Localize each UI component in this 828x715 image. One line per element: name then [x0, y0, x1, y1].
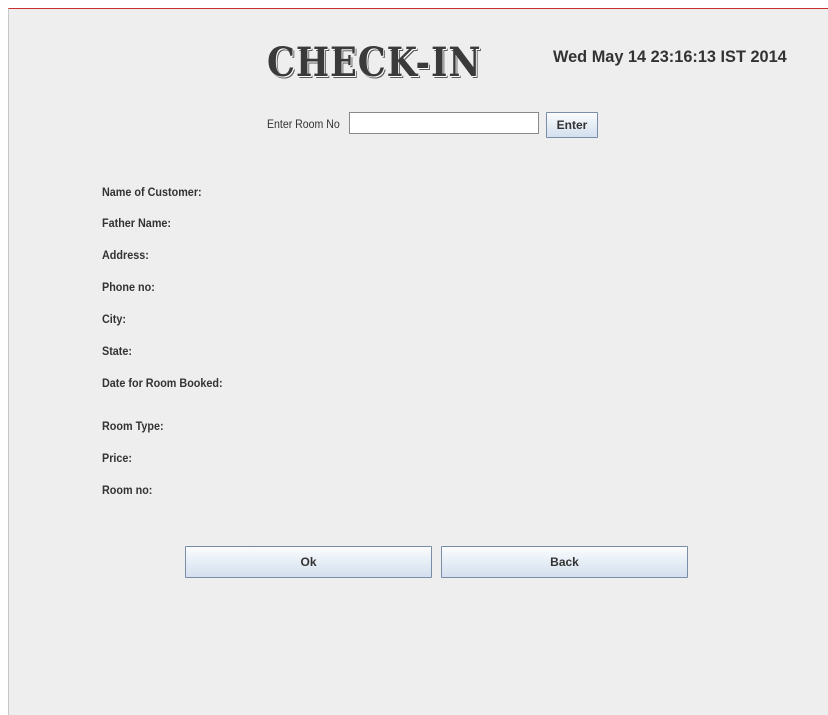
- address-label: Address:: [102, 248, 149, 262]
- room-number-input[interactable]: [349, 112, 539, 134]
- room-no-label: Room no:: [102, 483, 153, 497]
- date-booked-label: Date for Room Booked:: [102, 376, 223, 390]
- city-label: City:: [102, 312, 127, 326]
- price-label: Price:: [102, 451, 133, 465]
- state-label: State:: [102, 344, 133, 358]
- page-title: CHECK-IN: [267, 39, 482, 86]
- customer-name-label: Name of Customer:: [102, 185, 202, 199]
- datetime-display: Wed May 14 23:16:13 IST 2014: [553, 47, 787, 66]
- room-type-label: Room Type:: [102, 419, 164, 433]
- check-in-window: CHECK-IN Wed May 14 23:16:13 IST 2014 En…: [8, 8, 828, 715]
- enter-button[interactable]: Enter: [546, 112, 598, 138]
- phone-label: Phone no:: [102, 280, 155, 294]
- ok-button[interactable]: Ok: [185, 546, 432, 578]
- father-name-label: Father Name:: [102, 216, 172, 230]
- back-button[interactable]: Back: [441, 546, 688, 578]
- room-number-label: Enter Room No: [267, 117, 340, 131]
